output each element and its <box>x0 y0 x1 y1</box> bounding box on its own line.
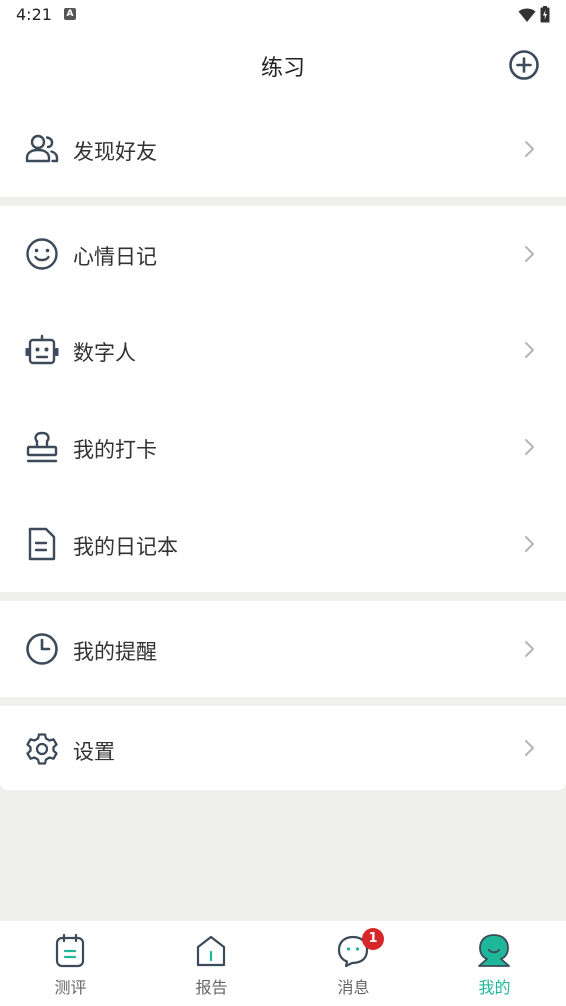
chevron-right-icon <box>525 141 534 157</box>
tab-report[interactable]: 报告 <box>141 921 282 1006</box>
menu-item-label: 我的日记本 <box>73 535 178 559</box>
notebook-icon <box>55 933 85 968</box>
tab-label: 测评 <box>54 978 87 997</box>
avatar-icon <box>478 934 510 967</box>
page-title: 练习 <box>260 56 305 81</box>
gear-icon <box>26 733 58 765</box>
notification-icon: A <box>64 8 76 20</box>
clock-icon <box>26 633 58 665</box>
menu-item-check-in[interactable]: 我的打卡 <box>0 398 566 495</box>
report-icon <box>196 935 226 967</box>
tab-me[interactable]: 我的 <box>424 921 565 1006</box>
unread-badge: 1 <box>362 928 384 950</box>
menu-item-label: 我的提醒 <box>73 640 157 664</box>
menu-item-label: 数字人 <box>73 341 136 365</box>
menu-item-label: 设置 <box>73 740 115 764</box>
chevron-right-icon <box>525 439 534 455</box>
section-settings: 设置 <box>0 706 566 790</box>
plus-circle-icon[interactable] <box>508 49 540 81</box>
robot-icon <box>25 334 59 365</box>
wifi-icon <box>518 8 536 22</box>
chevron-right-icon <box>525 740 534 756</box>
bottom-tab-bar: 测评 报告 1 消息 我的 <box>0 921 566 1006</box>
menu-item-label: 发现好友 <box>73 140 157 164</box>
status-indicators <box>518 6 550 23</box>
chevron-right-icon <box>525 246 534 262</box>
status-time: 4:21 <box>16 5 52 24</box>
section-activities: 心情日记 数字人 我的打卡 我的日记本 <box>0 206 566 592</box>
tab-messages[interactable]: 1 消息 <box>283 921 424 1006</box>
menu-item-digital-human[interactable]: 数字人 <box>0 302 566 398</box>
tab-label: 报告 <box>195 978 228 997</box>
chevron-right-icon <box>525 342 534 358</box>
chevron-right-icon <box>525 536 534 552</box>
status-bar: 4:21 A <box>0 0 566 30</box>
menu-item-label: 我的打卡 <box>73 438 157 462</box>
menu-item-mood-diary[interactable]: 心情日记 <box>0 206 566 302</box>
menu-item-diary-book[interactable]: 我的日记本 <box>0 495 566 592</box>
smile-icon <box>26 238 58 270</box>
header-bar: 练习 <box>0 30 566 100</box>
menu-item-find-friends[interactable]: 发现好友 <box>0 100 566 197</box>
document-icon <box>28 527 56 561</box>
battery-icon <box>540 6 550 23</box>
tab-assessment[interactable]: 测评 <box>0 921 141 1006</box>
stamp-icon <box>26 431 58 463</box>
tab-label: 消息 <box>337 978 370 997</box>
friends-icon <box>25 134 59 163</box>
menu-item-label: 心情日记 <box>73 245 157 269</box>
menu-item-settings[interactable]: 设置 <box>0 706 566 790</box>
section-friends: 发现好友 <box>0 100 566 197</box>
tab-label: 我的 <box>478 978 511 997</box>
chevron-right-icon <box>525 641 534 657</box>
menu-item-reminders[interactable]: 我的提醒 <box>0 601 566 697</box>
section-reminders: 我的提醒 <box>0 601 566 697</box>
